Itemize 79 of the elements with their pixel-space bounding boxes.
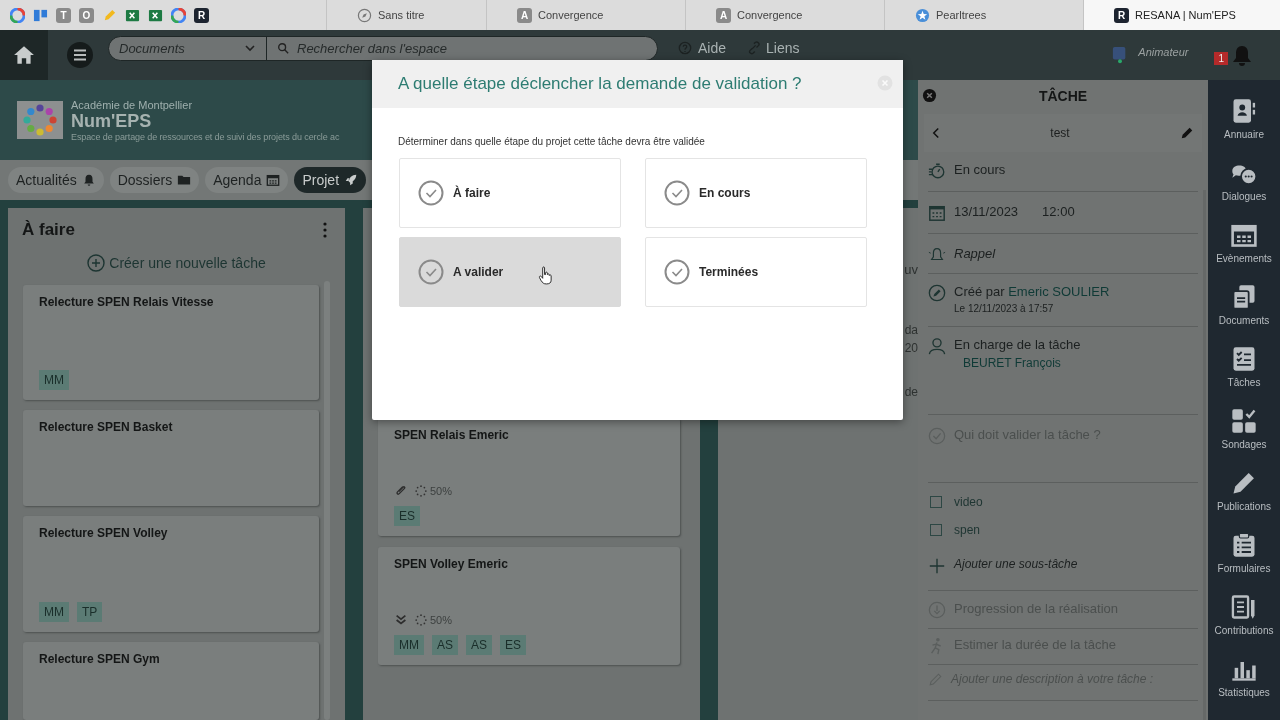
sidebar-item[interactable]: Publications xyxy=(1217,469,1271,512)
task-title: SPEN Volley Emeric xyxy=(394,557,509,571)
member-tag: ES xyxy=(394,506,420,526)
app-icon[interactable]: O xyxy=(79,7,94,23)
dialog-title: A quelle étape déclencher la demande de validation ? xyxy=(398,74,802,94)
task-card[interactable]: Relecture SPEN Relais Vitesse MM xyxy=(23,285,319,401)
sidebar-item[interactable]: Sondages xyxy=(1221,407,1267,450)
space-select[interactable]: Documents xyxy=(109,36,267,60)
nav-tab[interactable]: Dossiers xyxy=(109,167,200,193)
space-description: Espace de partage de ressources et de suivi des projets du cercle ac xyxy=(71,131,340,142)
step-option[interactable]: En cours xyxy=(645,158,867,228)
reminder-label[interactable]: Rappel xyxy=(954,246,996,261)
task-title: Relecture SPEN Volley xyxy=(39,526,169,541)
column-text: 20 xyxy=(904,341,918,355)
sidebar-item[interactable]: Annuaire xyxy=(1224,97,1264,140)
sidebar-item[interactable]: Tâches xyxy=(1227,345,1261,388)
sidebar-item[interactable]: Contributions xyxy=(1214,593,1274,636)
column-text: de xyxy=(904,385,918,399)
column-text: uv xyxy=(904,262,918,277)
task-title: Relecture SPEN Basket xyxy=(39,420,174,435)
academy-name: Académie de Montpellier xyxy=(71,98,194,111)
column-title: À faire xyxy=(22,220,75,240)
step-option[interactable]: À faire xyxy=(399,158,621,228)
task-card[interactable]: SPEN Volley Emeric 50% MM AS AS ES xyxy=(378,547,680,665)
member-tag: MM xyxy=(39,601,69,622)
task-name: test xyxy=(1050,126,1070,140)
progress-text: 50% xyxy=(430,614,453,626)
assignee-link[interactable]: BEURET François xyxy=(963,356,1081,370)
sidebar-item[interactable]: Dialogues xyxy=(1221,159,1267,202)
space-title: Num'EPS xyxy=(71,110,152,132)
app-icon[interactable]: R xyxy=(194,7,209,23)
panel-title: TÂCHE xyxy=(1038,88,1088,104)
app-icon[interactable]: R xyxy=(1114,7,1129,23)
status-value[interactable]: En cours xyxy=(954,162,1006,177)
progress-text: 50% xyxy=(430,485,453,497)
toolbar-link[interactable]: Aide xyxy=(678,40,727,56)
due-date[interactable]: 13/11/2023 xyxy=(954,204,1019,219)
toolbar-link[interactable]: Liens xyxy=(746,40,800,56)
task-card[interactable]: Relecture SPEN Volley MM TP xyxy=(23,516,319,632)
nav-tab[interactable]: Agenda xyxy=(205,167,289,193)
sidebar-item[interactable]: Statistiques xyxy=(1218,655,1270,698)
notification-badge: 1 xyxy=(1214,51,1228,65)
author-link[interactable]: Emeric SOULIER xyxy=(1008,284,1110,299)
member-tag: AS xyxy=(432,635,458,655)
search-bar[interactable]: Documents Rechercher dans l'espace xyxy=(108,35,658,61)
subtask-label: video xyxy=(954,495,983,509)
assignee-label: En charge de la tâche xyxy=(954,337,1081,352)
created-by-text: Créé par Emeric SOULIER xyxy=(954,284,1110,299)
task-title: Relecture SPEN Gym xyxy=(39,651,161,666)
sidebar-item[interactable]: Documents xyxy=(1218,283,1270,326)
nav-tab[interactable]: Projet xyxy=(294,167,367,193)
step-option[interactable]: A valider xyxy=(399,237,621,307)
member-tag: MM xyxy=(39,370,69,391)
created-date: Le 12/11/2023 à 17:57 xyxy=(954,303,1055,314)
task-card[interactable]: SPEN Relais Emeric 50% ES xyxy=(378,418,680,536)
member-tag: AS xyxy=(466,635,493,655)
nav-tab[interactable]: Actualités xyxy=(8,167,104,193)
search-field[interactable]: Rechercher dans l'espace xyxy=(297,36,657,60)
column-text: da xyxy=(904,323,918,337)
member-tag: TP xyxy=(77,601,103,622)
task-card[interactable]: Relecture SPEN Basket xyxy=(23,410,319,507)
task-title: Relecture SPEN Relais Vitesse xyxy=(39,295,215,309)
task-title: SPEN Relais Emeric xyxy=(394,428,510,442)
app-icon[interactable]: A xyxy=(517,7,532,23)
dialog-instruction: Déterminer dans quelle étape du projet cette tâche devra être validée xyxy=(398,136,706,147)
app-icon[interactable]: A xyxy=(716,7,731,23)
add-subtask-link[interactable]: Ajouter une sous-tâche xyxy=(954,557,1078,571)
step-option[interactable]: Terminées xyxy=(645,237,867,307)
member-tag: MM xyxy=(394,635,424,655)
member-tag: ES xyxy=(500,635,527,655)
task-card[interactable]: Relecture SPEN Gym xyxy=(23,641,319,720)
subtask-label: spen xyxy=(954,523,981,537)
sidebar-item[interactable]: Formulaires xyxy=(1217,531,1271,574)
sidebar-item[interactable]: Evènements xyxy=(1216,221,1272,264)
due-time[interactable]: 12:00 xyxy=(1042,204,1075,219)
role-label: Animateur xyxy=(1138,46,1189,58)
browser-tab[interactable]: R RESANA | Num'EPS xyxy=(1083,0,1280,30)
create-task-button[interactable]: Créer une nouvelle tâche xyxy=(87,254,266,272)
app-icon[interactable]: T xyxy=(56,7,71,23)
